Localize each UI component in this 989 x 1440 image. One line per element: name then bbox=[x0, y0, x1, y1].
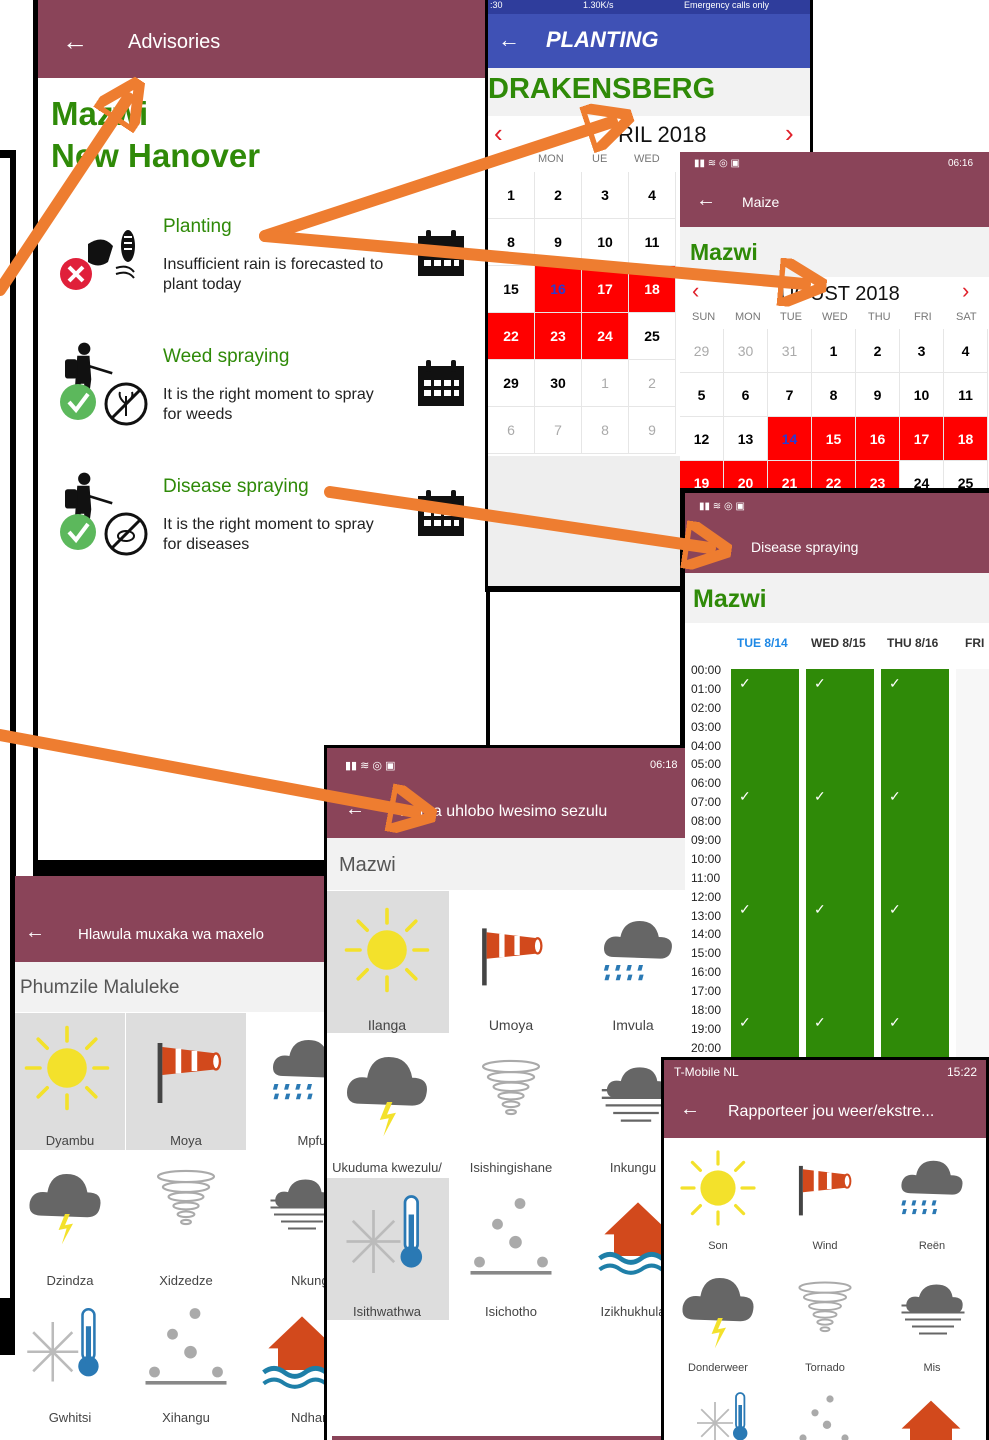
connector-arrows bbox=[0, 0, 989, 1440]
arrow-to-advisories bbox=[0, 98, 128, 296]
arrow-to-disease-spraying bbox=[324, 486, 710, 548]
arrow-to-zulu bbox=[0, 729, 415, 812]
arrow-to-maize bbox=[259, 230, 805, 284]
arrow-to-planting bbox=[259, 122, 612, 242]
